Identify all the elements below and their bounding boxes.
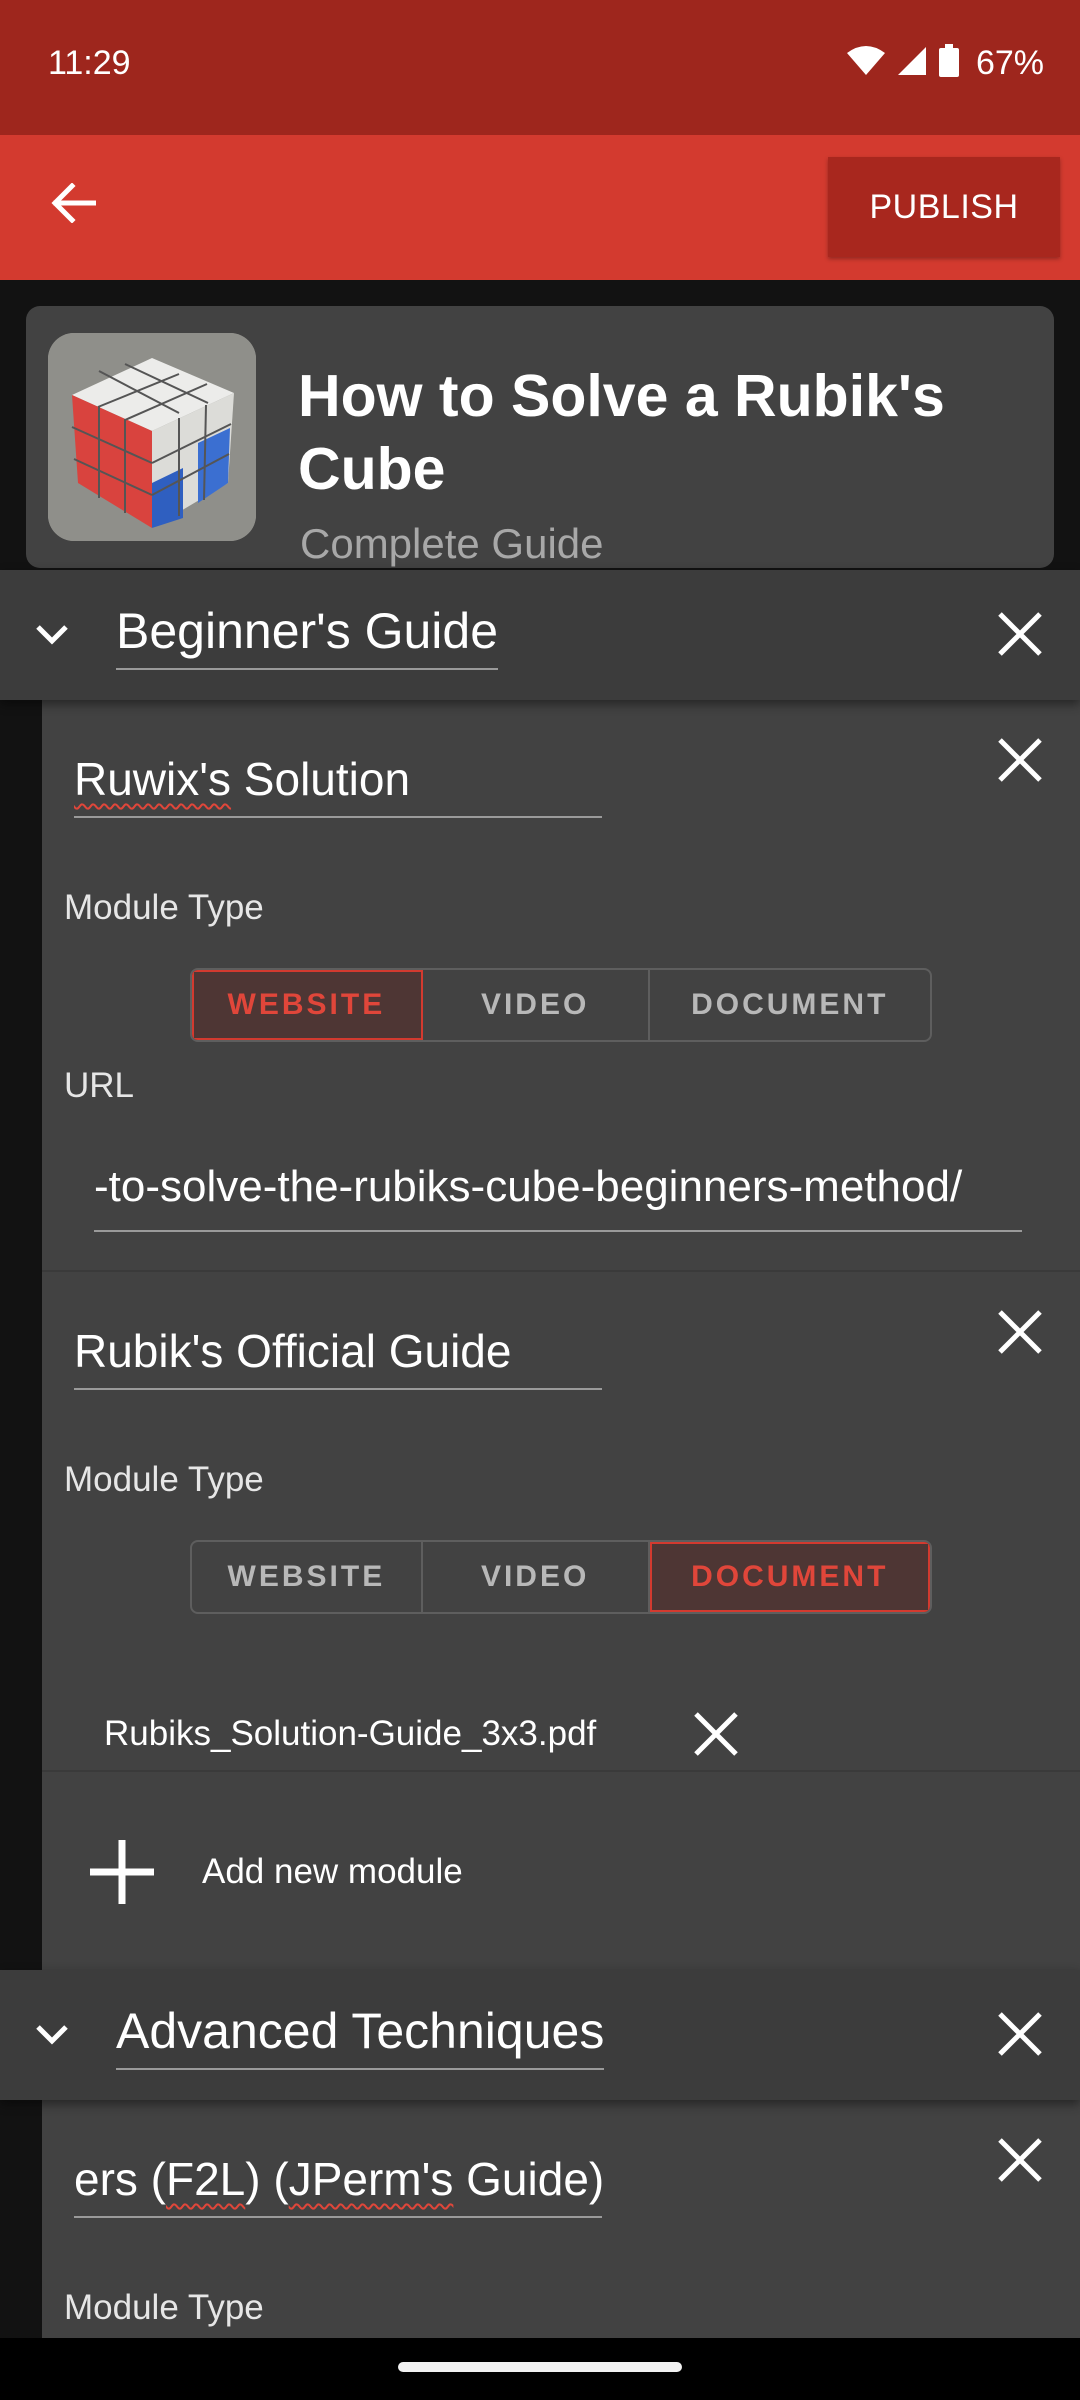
add-module-button[interactable] [42,1770,1080,1970]
delete-module-button[interactable] [990,2130,1050,2190]
section-title-input[interactable]: Beginner's Guide [116,602,499,670]
home-gesture-handle[interactable] [398,2362,682,2372]
type-document-button[interactable]: DOCUMENT [649,1542,930,1612]
attached-file-name: Rubiks_Solution-Guide_3x3.pdf [104,1714,597,1753]
type-document-button[interactable]: DOCUMENT [650,970,930,1040]
delete-section-button[interactable] [990,604,1050,664]
close-icon [998,2012,1042,2056]
module-type-selector: WEBSITE VIDEO DOCUMENT [190,968,932,1042]
url-label: URL [64,1066,135,1105]
type-video-button[interactable]: VIDEO [423,1542,650,1612]
remove-file-button[interactable] [686,1704,746,1764]
module-type-label: Module Type [64,888,264,927]
delete-module-button[interactable] [990,1302,1050,1362]
delete-module-button[interactable] [990,730,1050,790]
back-button[interactable] [38,170,108,240]
arrow-left-icon [50,181,97,228]
module-title-misspelled-word: JPerm's [288,2153,454,2205]
module-title-input[interactable]: ers (F2L) (JPerm's Guide) [74,2152,602,2218]
status-icons: 67% [846,44,1044,83]
module-title-misspelled-word: Ruwix's [74,753,232,805]
url-value: -to-solve-the-rubiks-cube-beginners-meth… [94,1162,963,1211]
publish-button[interactable]: PUBLISH [828,157,1060,257]
cell-signal-icon [896,45,928,82]
guide-subtitle: Complete Guide [300,520,604,567]
wifi-icon [846,45,886,82]
module-title-misspelled-word: F2L [166,2153,246,2205]
section-title-input[interactable]: Advanced Techniques [116,2002,605,2070]
section-collapse-button[interactable] [32,614,72,654]
close-icon [694,1712,738,1756]
guide-thumbnail[interactable] [48,333,256,541]
close-icon [998,738,1042,782]
add-module-label: Add new module [202,1852,463,1891]
url-input[interactable]: -to-solve-the-rubiks-cube-beginners-meth… [94,1162,1022,1232]
type-website-button[interactable]: WEBSITE [192,1542,423,1612]
close-icon [998,2138,1042,2182]
chevron-down-icon [36,2025,68,2045]
battery-percent: 67% [975,44,1044,82]
close-icon [998,612,1042,656]
type-website-button[interactable]: WEBSITE [192,970,423,1040]
module-type-label: Module Type [64,2288,264,2327]
guide-title: How to Solve a Rubik's Cube [298,363,945,502]
plus-icon [86,1836,158,1908]
module-type-label: Module Type [64,1460,264,1499]
section-collapse-button[interactable] [32,2014,72,2054]
module-type-selector: WEBSITE VIDEO DOCUMENT [190,1540,932,1614]
module-title-input[interactable]: Rubik's Official Guide [74,1324,602,1390]
close-icon [998,1310,1042,1354]
battery-icon [938,44,960,83]
module-title-input[interactable]: Ruwix's Solution [74,752,602,818]
delete-section-button[interactable] [990,2004,1050,2064]
type-video-button[interactable]: VIDEO [423,970,650,1040]
rubiks-cube-image [48,333,256,541]
status-time: 11:29 [48,44,131,82]
chevron-down-icon [36,625,68,645]
